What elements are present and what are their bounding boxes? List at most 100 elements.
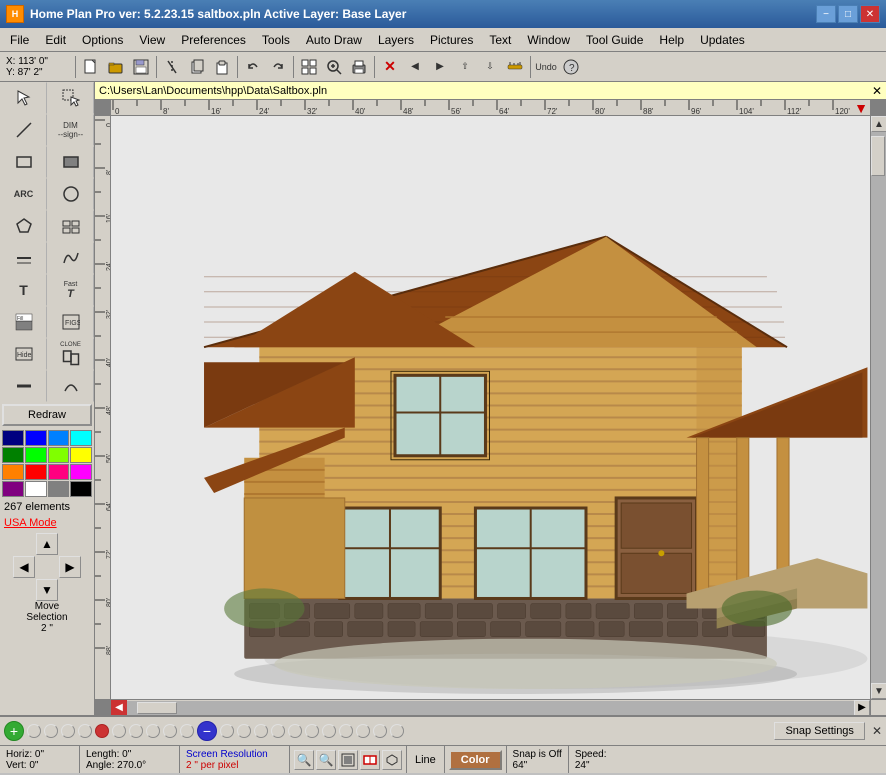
color-cell[interactable] bbox=[70, 464, 92, 480]
hscroll-thumb[interactable] bbox=[137, 702, 177, 714]
curve2-tool[interactable] bbox=[47, 370, 94, 402]
close-button[interactable]: ✕ bbox=[860, 5, 880, 23]
color-button[interactable]: Color bbox=[449, 750, 502, 770]
color-cell[interactable] bbox=[48, 464, 70, 480]
move-left-arrow[interactable]: ◀ bbox=[13, 556, 35, 578]
polygon-tool[interactable] bbox=[0, 210, 47, 242]
menu-options[interactable]: Options bbox=[74, 28, 131, 51]
color-cell[interactable] bbox=[2, 430, 24, 446]
move-right-button[interactable]: ▶ bbox=[428, 55, 452, 79]
move-left-button[interactable]: ◀ bbox=[403, 55, 427, 79]
color-cell[interactable] bbox=[25, 430, 47, 446]
dot-btn-18[interactable] bbox=[356, 724, 370, 738]
figs2-tool[interactable]: FIGS bbox=[47, 306, 94, 338]
view-button[interactable] bbox=[360, 750, 380, 770]
menu-text[interactable]: Text bbox=[481, 28, 519, 51]
menu-edit[interactable]: Edit bbox=[37, 28, 74, 51]
dot-btn-13[interactable] bbox=[271, 724, 285, 738]
dot-btn-10[interactable] bbox=[220, 724, 234, 738]
dot-btn-20[interactable] bbox=[390, 724, 404, 738]
line2-tool[interactable] bbox=[0, 242, 47, 274]
select-tool[interactable] bbox=[0, 82, 47, 114]
color-cell[interactable] bbox=[48, 430, 70, 446]
dot-btn-3[interactable] bbox=[61, 724, 75, 738]
line-tool[interactable] bbox=[0, 114, 47, 146]
menu-view[interactable]: View bbox=[131, 28, 173, 51]
scroll-down-arrow[interactable]: ▼ bbox=[871, 683, 886, 699]
undo2-button[interactable]: Undo bbox=[534, 55, 558, 79]
red-dot-btn[interactable] bbox=[95, 724, 109, 738]
dot-btn-4[interactable] bbox=[78, 724, 92, 738]
new-button[interactable] bbox=[79, 55, 103, 79]
add-button[interactable]: + bbox=[4, 721, 24, 741]
open-button[interactable] bbox=[104, 55, 128, 79]
menu-auto-draw[interactable]: Auto Draw bbox=[298, 28, 370, 51]
dot-btn-14[interactable] bbox=[288, 724, 302, 738]
dot-btn-15[interactable] bbox=[305, 724, 319, 738]
color-cell[interactable] bbox=[25, 481, 47, 497]
figs-tool[interactable] bbox=[47, 210, 94, 242]
spline-tool[interactable] bbox=[47, 242, 94, 274]
delete-button[interactable]: ✕ bbox=[378, 55, 402, 79]
hscroll-left-arrow[interactable]: ◀ bbox=[111, 700, 127, 716]
snap-status[interactable]: Snap is Off 64" bbox=[507, 746, 569, 773]
fill-rect-tool[interactable] bbox=[47, 146, 94, 178]
scroll-thumb-vertical[interactable] bbox=[871, 136, 885, 176]
menu-tool-guide[interactable]: Tool Guide bbox=[578, 28, 651, 51]
dot-btn-2[interactable] bbox=[44, 724, 58, 738]
move-up-button[interactable]: ⇧ bbox=[453, 55, 477, 79]
menu-window[interactable]: Window bbox=[519, 28, 578, 51]
line3-tool[interactable] bbox=[0, 370, 47, 402]
zoom-out-button[interactable]: 🔍 bbox=[294, 750, 314, 770]
bottom-scrollbar[interactable]: ◀ ▶ bbox=[111, 699, 870, 715]
hscroll-track[interactable] bbox=[127, 701, 854, 715]
color-cell[interactable] bbox=[70, 447, 92, 463]
move-down-arrow[interactable]: ▼ bbox=[36, 579, 58, 601]
menu-help[interactable]: Help bbox=[651, 28, 692, 51]
dot-btn-9[interactable] bbox=[180, 724, 194, 738]
copy-button[interactable] bbox=[185, 55, 209, 79]
question-button[interactable]: ? bbox=[559, 55, 583, 79]
minimize-button[interactable]: − bbox=[816, 5, 836, 23]
maximize-button[interactable]: □ bbox=[838, 5, 858, 23]
drawing-canvas[interactable] bbox=[111, 116, 870, 699]
scroll-track-vertical[interactable] bbox=[871, 132, 886, 683]
color-cell[interactable] bbox=[70, 430, 92, 446]
dot-btn-5[interactable] bbox=[112, 724, 126, 738]
measure-button[interactable] bbox=[503, 55, 527, 79]
dot-btn-8[interactable] bbox=[163, 724, 177, 738]
usa-mode-link[interactable]: USA Mode bbox=[0, 515, 94, 531]
menu-layers[interactable]: Layers bbox=[370, 28, 422, 51]
text-tool[interactable]: T bbox=[0, 274, 47, 306]
scroll-up-arrow[interactable]: ▲ bbox=[871, 116, 886, 132]
open-rect-tool[interactable] bbox=[0, 146, 47, 178]
3d-button[interactable] bbox=[382, 750, 402, 770]
dim-tool[interactable]: DIM--sign-- bbox=[47, 114, 94, 146]
fit-button[interactable] bbox=[338, 750, 358, 770]
zoom-in-button[interactable] bbox=[322, 55, 346, 79]
multi-select-tool[interactable] bbox=[47, 82, 94, 114]
arc-tool[interactable]: ARC bbox=[0, 178, 47, 210]
menu-preferences[interactable]: Preferences bbox=[173, 28, 254, 51]
redo-button[interactable] bbox=[266, 55, 290, 79]
color-cell[interactable] bbox=[70, 481, 92, 497]
dot-btn-6[interactable] bbox=[129, 724, 143, 738]
color-cell[interactable] bbox=[48, 481, 70, 497]
dot-btn-17[interactable] bbox=[339, 724, 353, 738]
menu-updates[interactable]: Updates bbox=[692, 28, 753, 51]
snap-settings-button[interactable]: Snap Settings bbox=[774, 722, 865, 740]
move-right-arrow[interactable]: ▶ bbox=[59, 556, 81, 578]
circle-tool[interactable] bbox=[47, 178, 94, 210]
screen-resolution-section[interactable]: Screen Resolution 2 " per pixel bbox=[180, 746, 290, 773]
color-cell[interactable] bbox=[25, 464, 47, 480]
redraw-button[interactable]: Redraw bbox=[2, 404, 92, 426]
move-down-button[interactable]: ⇩ bbox=[478, 55, 502, 79]
fast-text-tool[interactable]: Fast T bbox=[47, 274, 94, 306]
save-button[interactable] bbox=[129, 55, 153, 79]
menu-file[interactable]: File bbox=[2, 28, 37, 51]
dot-btn-11[interactable] bbox=[237, 724, 251, 738]
dot-btn-1[interactable] bbox=[27, 724, 41, 738]
dot-btn-16[interactable] bbox=[322, 724, 336, 738]
canvas-area[interactable]: C:\Users\Lan\Documents\hpp\Data\Saltbox.… bbox=[95, 82, 886, 715]
right-scrollbar[interactable]: ▲ ▼ bbox=[870, 116, 886, 699]
